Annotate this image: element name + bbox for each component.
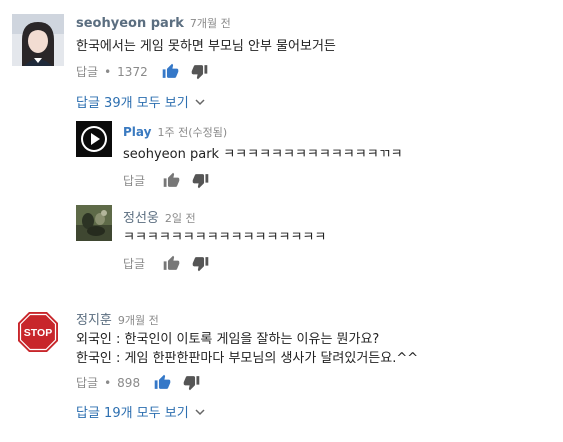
view-replies-label: 답글 39개 모두 보기	[76, 96, 189, 111]
comment-text-line: 외국인 : 한국인이 이토록 게임을 잘하는 이유는 뭔가요?	[76, 332, 380, 347]
thumbs-up-icon[interactable]	[163, 172, 180, 189]
comment-time[interactable]: 7개월 전	[190, 17, 231, 30]
avatar[interactable]: STOP	[16, 310, 60, 354]
avatar-photo	[76, 205, 112, 241]
thumbs-down-icon[interactable]	[192, 172, 209, 189]
reply-time[interactable]: 2일 전	[165, 212, 196, 225]
separator-dot: •	[104, 375, 112, 390]
reply-button[interactable]: 답글	[123, 172, 145, 189]
comment-header: seohyeon park 7개월 전	[76, 15, 231, 31]
reply-button[interactable]: 답글	[123, 255, 145, 272]
chevron-down-icon	[195, 408, 205, 415]
like-count: 898	[117, 375, 141, 390]
stop-sign-icon: STOP	[16, 310, 60, 354]
thumbs-up-icon[interactable]	[162, 63, 179, 80]
avatar[interactable]	[12, 14, 64, 66]
reply-time[interactable]: 1주 전(수정됨)	[157, 126, 227, 139]
view-replies-link[interactable]: 답글 39개 모두 보기	[76, 92, 205, 111]
thumbs-down-icon[interactable]	[191, 63, 208, 80]
thumbs-down-icon[interactable]	[183, 374, 200, 391]
reply-author[interactable]: Play	[123, 125, 151, 139]
view-replies-link[interactable]: 답글 19개 모두 보기	[76, 402, 205, 421]
view-replies-label: 답글 19개 모두 보기	[76, 406, 189, 421]
chevron-down-icon	[195, 98, 205, 105]
like-count: 1372	[117, 64, 148, 79]
comment-header: 정지훈 9개월 전	[76, 309, 159, 328]
reply-actions: 답글	[123, 255, 209, 272]
comment-author[interactable]: seohyeon park	[76, 16, 184, 31]
reply-button[interactable]: 답글	[76, 63, 98, 80]
comment-text: 외국인 : 한국인이 이토록 게임을 잘하는 이유는 뭔가요? 한국인 : 게임…	[76, 330, 418, 368]
separator-dot: •	[104, 64, 112, 79]
reply-header: 정선웅 2일 전	[123, 207, 196, 226]
thumbs-up-icon[interactable]	[163, 255, 180, 272]
reply-button[interactable]: 답글	[76, 374, 98, 391]
comment-text: 한국에서는 게임 못하면 부모님 안부 물어보거든	[76, 39, 336, 54]
comment-time[interactable]: 9개월 전	[118, 314, 159, 327]
thumbs-up-icon[interactable]	[154, 374, 171, 391]
avatar[interactable]	[76, 205, 112, 241]
stop-sign-label: STOP	[24, 327, 52, 339]
play-icon	[76, 121, 112, 157]
thumbs-down-icon[interactable]	[192, 255, 209, 272]
comment-actions: 답글 • 1372	[76, 63, 208, 80]
reply-text: seohyeon park ㅋㅋㅋㅋㅋㅋㅋㅋㅋㅋㅋㅋㅋㄲㅋ	[123, 147, 403, 162]
reply-text: ㅋㅋㅋㅋㅋㅋㅋㅋㅋㅋㅋㅋㅋㅋㅋㅋㅋ	[123, 230, 327, 245]
reply-author[interactable]: 정선웅	[123, 211, 159, 226]
comment-actions: 답글 • 898	[76, 374, 200, 391]
avatar[interactable]	[76, 121, 112, 157]
comment-author[interactable]: 정지훈	[76, 313, 112, 328]
avatar-photo	[12, 14, 64, 66]
reply-actions: 답글	[123, 172, 209, 189]
comment-text-line: 한국인 : 게임 한판한판마다 부모님의 생사가 달려있거든요.^^	[76, 351, 419, 366]
reply-header: Play 1주 전(수정됨)	[123, 124, 227, 140]
